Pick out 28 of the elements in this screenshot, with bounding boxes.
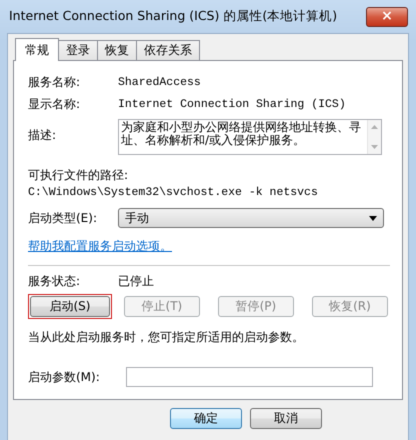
dropdown-arrow-icon	[369, 216, 377, 220]
hint-text: 当从此处启动服务时，您可指定所适用的启动参数。	[28, 329, 305, 346]
help-link[interactable]: 帮助我配置服务启动选项。	[28, 238, 172, 254]
scroll-down-icon[interactable]	[371, 145, 378, 149]
startup-type-dropdown[interactable]: 手动	[118, 208, 384, 228]
field-label: 启动参数(M):	[28, 368, 101, 386]
tab[interactable]: 常规	[15, 38, 59, 61]
tab[interactable]: 登录	[58, 40, 98, 60]
window-title: Internet Connection Sharing (ICS) 的属性(本地计算机)	[8, 8, 338, 25]
field-label: 服务名称:	[28, 74, 82, 90]
dialog-button[interactable]: 取消	[250, 408, 322, 429]
status-label: 服务状态:	[28, 272, 82, 290]
field-value: SharedAccess	[118, 76, 201, 88]
dialog-button[interactable]: 确定	[170, 408, 242, 429]
path-value: C:\Windows\System32\svchost.exe -k netsvcs	[28, 186, 319, 199]
scroll-up-icon[interactable]	[371, 125, 378, 129]
field-label: 启动类型(E):	[28, 210, 98, 226]
start-parameters-field[interactable]	[126, 367, 373, 387]
field-label: 显示名称:	[28, 96, 82, 112]
tab[interactable]: 恢复	[97, 40, 137, 60]
close-button[interactable]: ×	[366, 6, 408, 26]
field-value: Internet Connection Sharing (ICS)	[118, 98, 346, 110]
description-box[interactable]: 为家庭和小型办公网络提供网络地址转换、寻址、名称解析和/或入侵保护服务。	[118, 119, 382, 155]
path-label: 可执行文件的路径:	[28, 167, 130, 184]
status-value: 已停止	[118, 272, 154, 290]
service-button[interactable]: 启动(S)	[30, 296, 110, 317]
field-label: 描述:	[28, 127, 58, 144]
tab[interactable]: 依存关系	[136, 40, 200, 60]
